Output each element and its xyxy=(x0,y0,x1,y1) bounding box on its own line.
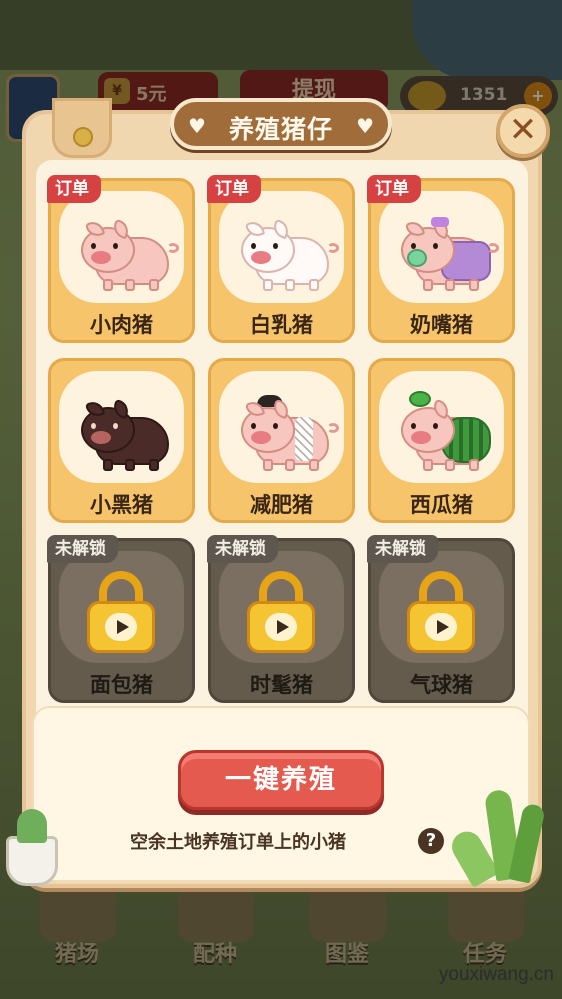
pig-name: 西瓜猪 xyxy=(410,493,473,517)
black-pig-icon xyxy=(81,398,179,475)
pig-card-xiaorou[interactable]: 订单 小肉猪 xyxy=(47,175,195,343)
pig-name: 气球猪 xyxy=(410,673,473,697)
watermark: youxiwang.cn xyxy=(438,964,554,985)
pink-pig-icon xyxy=(81,218,179,295)
order-tag: 订单 xyxy=(47,175,101,203)
pig-card-qiqiu-locked[interactable]: 未解锁 气球猪 xyxy=(367,535,515,703)
pig-portrait xyxy=(59,191,184,303)
pig-card-bairu[interactable]: 订单 白乳猪 xyxy=(207,175,355,343)
lock-play-icon[interactable] xyxy=(87,571,155,653)
pacifier-pig-icon xyxy=(401,217,499,295)
pig-name: 白乳猪 xyxy=(250,313,313,337)
diet-pig-icon xyxy=(241,395,339,475)
pig-portrait xyxy=(219,191,344,303)
pig-name: 小肉猪 xyxy=(90,313,153,337)
breed-hint-text: 空余土地养殖订单上的小猪 xyxy=(130,832,346,853)
pig-card-jianfei[interactable]: 减肥猪 xyxy=(208,358,355,523)
pig-card-xigua[interactable]: 西瓜猪 xyxy=(368,358,515,523)
pig-card-mianbao-locked[interactable]: 未解锁 面包猪 xyxy=(47,535,195,703)
pig-name: 面包猪 xyxy=(90,673,153,697)
one-click-breed-button[interactable]: 一键养殖 xyxy=(178,750,384,810)
white-pig-icon xyxy=(241,218,339,295)
heart-icon: ♥ xyxy=(356,114,374,138)
pig-portrait xyxy=(379,371,504,483)
close-button[interactable]: ✕ xyxy=(496,104,550,158)
watermelon-pig-icon xyxy=(401,391,499,475)
locked-tag: 未解锁 xyxy=(207,535,278,563)
pig-name: 小黑猪 xyxy=(90,493,153,517)
pig-name: 奶嘴猪 xyxy=(410,313,473,337)
pig-name: 减肥猪 xyxy=(250,493,313,517)
grass-decoration xyxy=(440,788,562,890)
pig-card-xiaohei[interactable]: 小黑猪 xyxy=(48,358,195,523)
pig-portrait xyxy=(379,191,504,303)
pig-portrait xyxy=(219,371,344,483)
dialog-title-banner: ♥ 养殖猪仔 ♥ xyxy=(170,98,392,150)
close-icon: ✕ xyxy=(508,110,538,150)
lock-play-icon[interactable] xyxy=(247,571,315,653)
locked-tag: 未解锁 xyxy=(47,535,118,563)
pig-name: 时髦猪 xyxy=(250,673,313,697)
locked-tag: 未解锁 xyxy=(367,535,438,563)
strap-button-decoration xyxy=(73,127,93,147)
lock-play-icon[interactable] xyxy=(407,571,475,653)
plant-pot-decoration xyxy=(6,809,58,886)
pig-card-naizui[interactable]: 订单 奶嘴猪 xyxy=(367,175,515,343)
dialog-strap-decoration xyxy=(52,98,112,158)
pig-portrait xyxy=(59,371,184,483)
order-tag: 订单 xyxy=(207,175,261,203)
order-tag: 订单 xyxy=(367,175,421,203)
pig-card-shimao-locked[interactable]: 未解锁 时髦猪 xyxy=(207,535,355,703)
